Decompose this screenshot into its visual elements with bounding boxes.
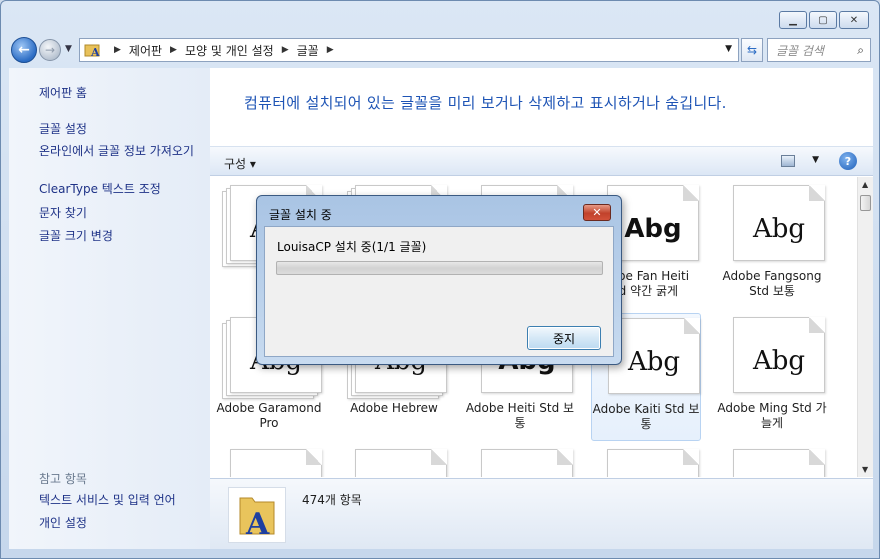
font-name-label: Adobe Hebrew — [350, 401, 438, 415]
font-tile[interactable] — [591, 445, 701, 477]
font-preview-page — [733, 449, 825, 477]
recent-pages-dropdown[interactable]: ▼ — [65, 44, 72, 54]
dialog-title: 글꼴 설치 중 — [269, 208, 332, 222]
view-dropdown-icon[interactable]: ▼ — [812, 155, 819, 165]
breadcrumb-fonts[interactable]: 글꼴 — [297, 42, 319, 59]
close-icon: ✕ — [592, 206, 602, 219]
back-arrow-icon: ← — [18, 42, 30, 58]
font-sample-text: Abg — [752, 346, 806, 376]
font-name-label: Adobe Ming Std 가늘게 — [717, 401, 827, 430]
font-tile[interactable]: Abg Adobe Ming Std 가늘게 — [717, 313, 827, 441]
task-pane: 제어판 홈 글꼴 설정 온라인에서 글꼴 정보 가져오기 ClearType 텍… — [9, 68, 210, 549]
minimize-icon: ▁ — [789, 14, 797, 26]
page-headline: 컴퓨터에 설치되어 있는 글꼴을 미리 보거나 삭제하고 표시하거나 숨깁니다. — [244, 94, 727, 112]
address-bar[interactable]: A ▶ 제어판 ▶ 모양 및 개인 설정 ▶ 글꼴 ▶ ▼ — [79, 38, 739, 62]
chevron-right-icon[interactable]: ▶ — [282, 45, 289, 55]
fonts-folder-icon: A — [84, 44, 100, 58]
details-pane: A 474개 항목 — [210, 478, 873, 549]
change-view-icon[interactable] — [781, 155, 795, 167]
control-panel-home-link[interactable]: 제어판 홈 — [39, 86, 87, 101]
font-settings-link[interactable]: 글꼴 설정 — [39, 122, 87, 137]
install-status-text: LouisaCP 설치 중(1/1 글꼴) — [277, 240, 427, 254]
refresh-icon: ⇆ — [746, 43, 758, 57]
item-count: 474개 항목 — [302, 493, 362, 507]
scroll-down-icon[interactable]: ▼ — [862, 465, 868, 474]
install-progress-bar — [276, 261, 603, 275]
cleartype-link[interactable]: ClearType 텍스트 조정 — [39, 182, 161, 197]
font-preview-page — [230, 449, 322, 477]
font-sample-text: Abg — [627, 347, 681, 377]
chevron-right-icon[interactable]: ▶ — [327, 45, 334, 55]
search-input[interactable]: 글꼴 검색 ⌕ — [767, 38, 871, 62]
font-preview-page: Abg — [733, 317, 825, 393]
see-also-heading: 참고 항목 — [39, 472, 87, 486]
font-tile[interactable] — [717, 445, 827, 477]
font-name-label: Adobe Kaiti Std 보통 — [592, 402, 700, 431]
font-preview-page — [355, 449, 447, 477]
help-icon[interactable]: ? — [839, 152, 857, 170]
dialog-close-button[interactable]: ✕ — [583, 204, 611, 221]
refresh-button[interactable]: ⇆ — [741, 38, 763, 62]
personalization-link[interactable]: 개인 설정 — [39, 516, 87, 531]
font-preview-page — [481, 449, 573, 477]
font-name-label: Adobe Heiti Std 보통 — [465, 401, 575, 430]
font-preview-page: Abg — [733, 185, 825, 261]
command-bar: 구성 ▾ ▼ ? — [210, 146, 873, 176]
scroll-thumb[interactable] — [860, 195, 871, 211]
text-services-link[interactable]: 텍스트 서비스 및 입력 언어 — [39, 493, 176, 508]
font-preview-page — [607, 449, 699, 477]
address-toolbar: ← → ▼ A ▶ 제어판 ▶ 모양 및 개인 설정 ▶ 글꼴 ▶ ▼ ⇆ 글꼴… — [9, 36, 873, 64]
close-button[interactable]: ✕ — [839, 11, 869, 29]
caption-buttons: ▁ ▢ ✕ — [779, 11, 869, 29]
search-icon[interactable]: ⌕ — [857, 43, 864, 58]
address-dropdown-icon[interactable]: ▼ — [725, 44, 732, 54]
font-tile[interactable] — [339, 445, 449, 477]
breadcrumb: ▶ 제어판 ▶ 모양 및 개인 설정 ▶ 글꼴 ▶ — [106, 42, 342, 59]
svg-text:A: A — [245, 507, 270, 538]
close-icon: ✕ — [849, 14, 859, 26]
stop-button[interactable]: 중지 — [527, 326, 601, 350]
scroll-up-icon[interactable]: ▲ — [862, 180, 868, 189]
forward-button[interactable]: → — [39, 39, 61, 61]
breadcrumb-control-panel[interactable]: 제어판 — [129, 42, 162, 59]
font-tile[interactable] — [214, 445, 324, 477]
font-tile[interactable] — [465, 445, 575, 477]
minimize-button[interactable]: ▁ — [779, 11, 807, 29]
svg-text:A: A — [90, 46, 100, 58]
forward-arrow-icon: → — [44, 43, 56, 57]
maximize-button[interactable]: ▢ — [809, 11, 837, 29]
find-character-link[interactable]: 문자 찾기 — [39, 206, 87, 221]
back-button[interactable]: ← — [11, 37, 37, 63]
chevron-right-icon[interactable]: ▶ — [114, 45, 121, 55]
font-sample-text: Abg — [752, 214, 806, 244]
dialog-body: LouisaCP 설치 중(1/1 글꼴) 중지 — [264, 226, 614, 357]
maximize-icon: ▢ — [818, 14, 828, 26]
fonts-folder-large-icon: A — [228, 487, 286, 543]
organize-label: 구성 — [224, 157, 247, 171]
breadcrumb-appearance[interactable]: 모양 및 개인 설정 — [185, 42, 274, 59]
chevron-right-icon[interactable]: ▶ — [170, 45, 177, 55]
font-name-label: Adobe Fangsong Std 보통 — [722, 269, 822, 298]
installing-fonts-dialog: 글꼴 설치 중 ✕ LouisaCP 설치 중(1/1 글꼴) 중지 — [256, 195, 622, 365]
organize-button[interactable]: 구성 ▾ — [224, 155, 256, 172]
search-placeholder: 글꼴 검색 — [776, 43, 824, 58]
get-font-info-online-link[interactable]: 온라인에서 글꼴 정보 가져오기 — [39, 144, 209, 159]
change-font-size-link[interactable]: 글꼴 크기 변경 — [39, 229, 113, 244]
font-tile[interactable]: Abg Adobe Fangsong Std 보통 — [717, 181, 827, 309]
font-name-label: Adobe Garamond Pro — [216, 401, 322, 430]
vertical-scrollbar[interactable]: ▲ ▼ — [857, 177, 873, 477]
